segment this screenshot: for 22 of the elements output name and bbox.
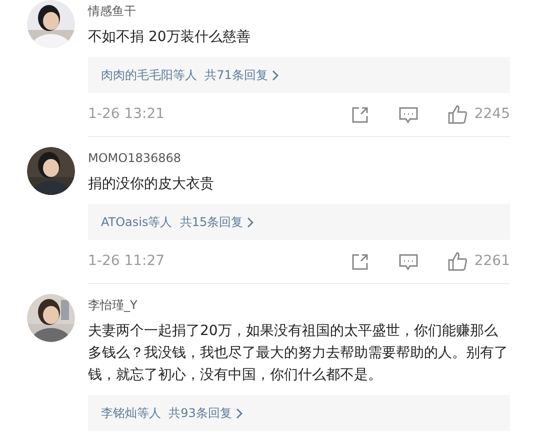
timestamp: 1-26 11:27: [88, 252, 166, 271]
comment-icon[interactable]: [399, 106, 418, 124]
timestamp: 1-26 13:21: [88, 105, 166, 124]
user-name[interactable]: MOMO1836868: [88, 150, 528, 166]
user-name[interactable]: 李怡瑾_Y: [88, 297, 528, 313]
thumbs-up-icon: [448, 252, 468, 271]
replies-link[interactable]: 李铭灿等人 共93条回复: [88, 395, 510, 431]
replies-link[interactable]: 肉肉的毛毛阳等人 共71条回复: [88, 57, 510, 93]
comment-text: 夫妻两个一起捐了20万，如果没有祖国的太平盛世，你们能赚那么多钱么？我没钱，我也尽了最大的努力去帮助需要帮助的人。别有了钱，就忘了初心，没有中国，你们什么都不是。: [88, 322, 509, 385]
thumbs-up-icon: [448, 105, 468, 124]
like-button[interactable]: 2261: [448, 251, 510, 272]
comment-icon[interactable]: [399, 252, 418, 270]
chevron-right-icon: [247, 216, 254, 228]
chevron-right-icon: [272, 70, 279, 80]
chevron-right-icon: [236, 408, 243, 418]
user-name[interactable]: 情感鱼干: [88, 3, 528, 19]
replies-link[interactable]: ATOasis等人 共15条回复: [88, 204, 510, 240]
comment-text: 捐的没你的皮大衣贵: [88, 175, 215, 194]
share-icon[interactable]: [351, 252, 370, 270]
comment-text: 不如不捐 20万装什么慈善: [88, 28, 252, 47]
share-icon[interactable]: [351, 106, 370, 124]
like-button[interactable]: 2245: [448, 104, 510, 125]
